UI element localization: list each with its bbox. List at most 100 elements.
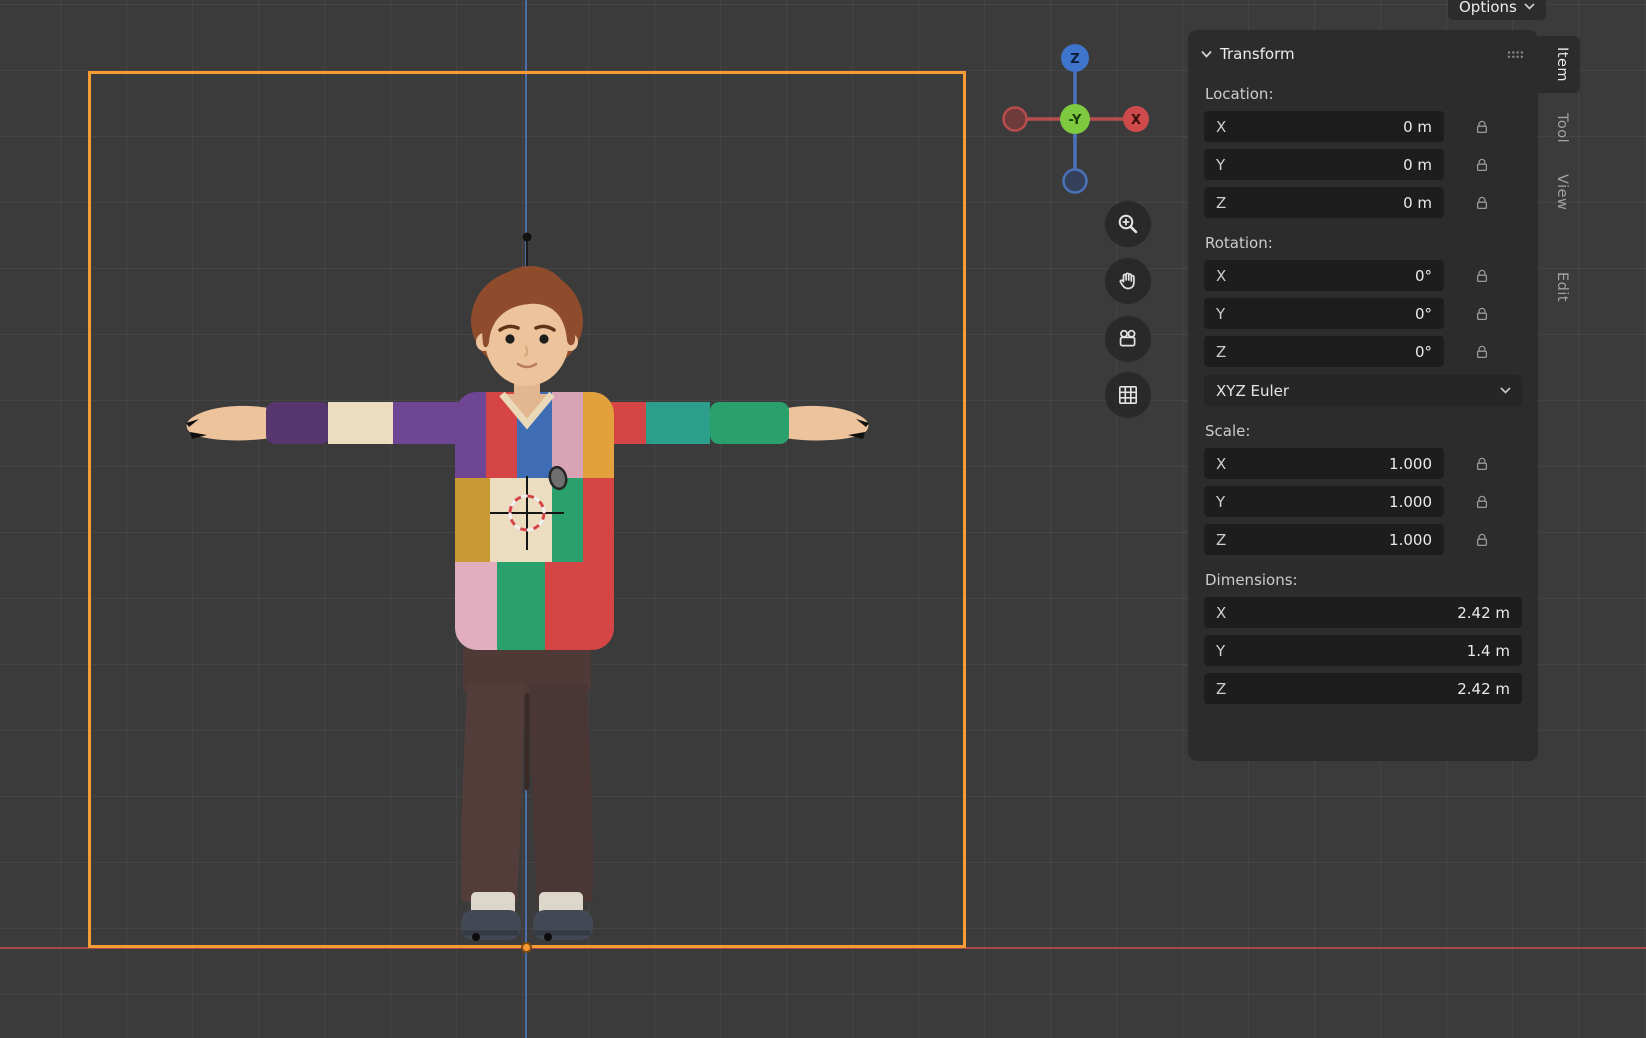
axis-label: Z — [1216, 680, 1226, 698]
axis-value: 0° — [1415, 267, 1432, 285]
scale-y-row: Y 1.000 — [1204, 486, 1538, 517]
dimensions-x-row: X 2.42 m — [1204, 597, 1538, 628]
location-y-field[interactable]: Y 0 m — [1204, 149, 1444, 180]
axis-value: 2.42 m — [1457, 680, 1510, 698]
dimensions-y-field[interactable]: Y 1.4 m — [1204, 635, 1522, 666]
axis-value: 0° — [1415, 305, 1432, 323]
unlock-icon[interactable] — [1474, 157, 1490, 173]
unlock-icon[interactable] — [1474, 268, 1490, 284]
unlock-icon[interactable] — [1474, 119, 1490, 135]
rotation-x-field[interactable]: X 0° — [1204, 260, 1444, 291]
axis-label: Y — [1216, 642, 1225, 660]
sidebar-tab-item[interactable]: Item — [1538, 36, 1580, 93]
options-button[interactable]: Options — [1448, 0, 1546, 20]
axis-label: Z — [1216, 343, 1226, 361]
axis-label: X — [1216, 118, 1226, 136]
rotation-z-row: Z 0° — [1204, 336, 1538, 367]
camera-view-button[interactable] — [1105, 316, 1151, 362]
right-arm — [610, 402, 869, 444]
unlock-icon[interactable] — [1474, 494, 1490, 510]
scale-z-field[interactable]: Z 1.000 — [1204, 524, 1444, 555]
axis-value: 1.000 — [1389, 455, 1432, 473]
gizmo-axis-x[interactable]: X — [1123, 106, 1149, 132]
dimensions-x-field[interactable]: X 2.42 m — [1204, 597, 1522, 628]
location-z-row: Z 0 m — [1204, 187, 1538, 218]
gizmo-axis-neg-z[interactable] — [1064, 170, 1087, 193]
axis-label: X — [1216, 455, 1226, 473]
unlock-icon[interactable] — [1474, 195, 1490, 211]
axis-label: Y — [1216, 156, 1225, 174]
character-model[interactable] — [180, 226, 875, 956]
dimensions-z-field[interactable]: Z 2.42 m — [1204, 673, 1522, 704]
navigation-gizmo[interactable]: Z X -Y — [1002, 42, 1152, 194]
axis-label: Y — [1216, 305, 1225, 323]
location-section-label: Location: — [1205, 85, 1538, 103]
axis-value: 0° — [1415, 343, 1432, 361]
transform-panel-header[interactable]: Transform — [1188, 30, 1538, 69]
unlock-icon[interactable] — [1474, 532, 1490, 548]
dimensions-y-row: Y 1.4 m — [1204, 635, 1538, 666]
unlock-icon[interactable] — [1474, 456, 1490, 472]
axis-label: X — [1216, 604, 1226, 622]
pan-hand-icon — [1116, 269, 1140, 293]
rotation-z-field[interactable]: Z 0° — [1204, 336, 1444, 367]
zoom-tool-button[interactable] — [1105, 201, 1151, 247]
transform-panel: Transform Location: X 0 m Y 0 m Z 0 m Ro… — [1188, 30, 1538, 761]
location-y-row: Y 0 m — [1204, 149, 1538, 180]
chevron-down-icon — [1500, 387, 1511, 394]
axis-value: 0 m — [1403, 118, 1432, 136]
scale-y-field[interactable]: Y 1.000 — [1204, 486, 1444, 517]
collapse-chevron-icon[interactable] — [1201, 50, 1212, 58]
pan-tool-button[interactable] — [1105, 258, 1151, 304]
antenna-tip — [523, 233, 532, 242]
axis-label: Z — [1216, 531, 1226, 549]
panel-title: Transform — [1220, 45, 1295, 63]
scale-x-field[interactable]: X 1.000 — [1204, 448, 1444, 479]
axis-value: 2.42 m — [1457, 604, 1510, 622]
sweater — [455, 392, 614, 650]
rotation-mode-dropdown[interactable]: XYZ Euler — [1204, 375, 1522, 406]
unlock-icon[interactable] — [1474, 306, 1490, 322]
rotation-y-row: Y 0° — [1204, 298, 1538, 329]
options-label: Options — [1459, 0, 1517, 16]
sidebar-tab-tool[interactable]: Tool — [1538, 102, 1580, 154]
panel-drag-handle-icon[interactable] — [1506, 49, 1524, 60]
svg-text:X: X — [1131, 113, 1141, 128]
grid-toggle-button[interactable] — [1105, 372, 1151, 418]
scale-z-row: Z 1.000 — [1204, 524, 1538, 555]
location-z-field[interactable]: Z 0 m — [1204, 187, 1444, 218]
axis-label: X — [1216, 267, 1226, 285]
scale-x-row: X 1.000 — [1204, 448, 1538, 479]
rotation-mode-value: XYZ Euler — [1216, 382, 1289, 400]
left-arm — [186, 402, 459, 444]
shoes — [461, 892, 593, 941]
camera-view-icon — [1116, 327, 1140, 351]
rotation-x-row: X 0° — [1204, 260, 1538, 291]
dimensions-z-row: Z 2.42 m — [1204, 673, 1538, 704]
axis-value: 1.000 — [1389, 531, 1432, 549]
svg-text:Z: Z — [1070, 52, 1079, 67]
head — [471, 266, 583, 386]
dimensions-section-label: Dimensions: — [1205, 571, 1538, 589]
unlock-icon[interactable] — [1474, 344, 1490, 360]
gizmo-axis-z[interactable]: Z — [1061, 44, 1089, 72]
sidebar-tab-view[interactable]: View — [1538, 163, 1580, 221]
axis-value: 1.4 m — [1467, 642, 1510, 660]
axis-label: Y — [1216, 493, 1225, 511]
pants — [461, 640, 593, 902]
location-x-field[interactable]: X 0 m — [1204, 111, 1444, 142]
rotation-y-field[interactable]: Y 0° — [1204, 298, 1444, 329]
object-origin-point — [521, 942, 532, 953]
rotation-section-label: Rotation: — [1205, 234, 1538, 252]
toggle-grid-icon — [1116, 383, 1140, 407]
gizmo-axis-neg-y[interactable]: -Y — [1060, 104, 1090, 134]
scale-section-label: Scale: — [1205, 422, 1538, 440]
axis-value: 0 m — [1403, 156, 1432, 174]
axis-value: 0 m — [1403, 194, 1432, 212]
zoom-in-icon — [1116, 212, 1140, 236]
axis-label: Z — [1216, 194, 1226, 212]
sidebar-tab-edit[interactable]: Edit — [1538, 261, 1580, 313]
chevron-down-icon — [1524, 3, 1535, 10]
gizmo-axis-neg-x[interactable] — [1004, 108, 1027, 131]
sidebar-tab-strip: Item Tool View Edit — [1538, 36, 1580, 322]
